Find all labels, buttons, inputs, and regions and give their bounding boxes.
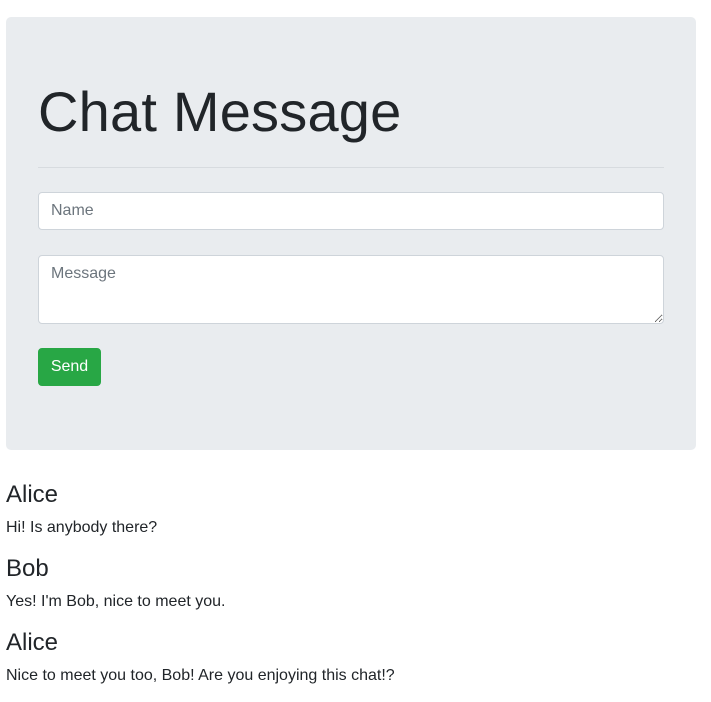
name-input[interactable]	[38, 192, 664, 230]
chat-message: Alice Nice to meet you too, Bob! Are you…	[6, 626, 696, 700]
title-divider	[38, 167, 664, 168]
message-text: Nice to meet you too, Bob! Are you enjoy…	[6, 667, 395, 684]
message-sender: Bob	[6, 555, 49, 582]
message-list: Alice Hi! Is anybody there? Bob Yes! I'm…	[6, 478, 696, 700]
chat-form-panel: Chat Message Send	[6, 17, 696, 450]
page-title: Chat Message	[38, 80, 402, 143]
chat-message: Alice Hi! Is anybody there?	[6, 478, 696, 552]
message-text: Hi! Is anybody there?	[6, 519, 158, 536]
send-button[interactable]: Send	[38, 348, 101, 386]
message-sender: Alice	[6, 629, 59, 656]
message-sender: Alice	[6, 481, 59, 508]
chat-message: Bob Yes! I'm Bob, nice to meet you.	[6, 552, 696, 626]
page-container: Chat Message Send	[6, 17, 696, 450]
message-input[interactable]	[38, 255, 664, 324]
message-text: Yes! I'm Bob, nice to meet you.	[6, 593, 226, 610]
